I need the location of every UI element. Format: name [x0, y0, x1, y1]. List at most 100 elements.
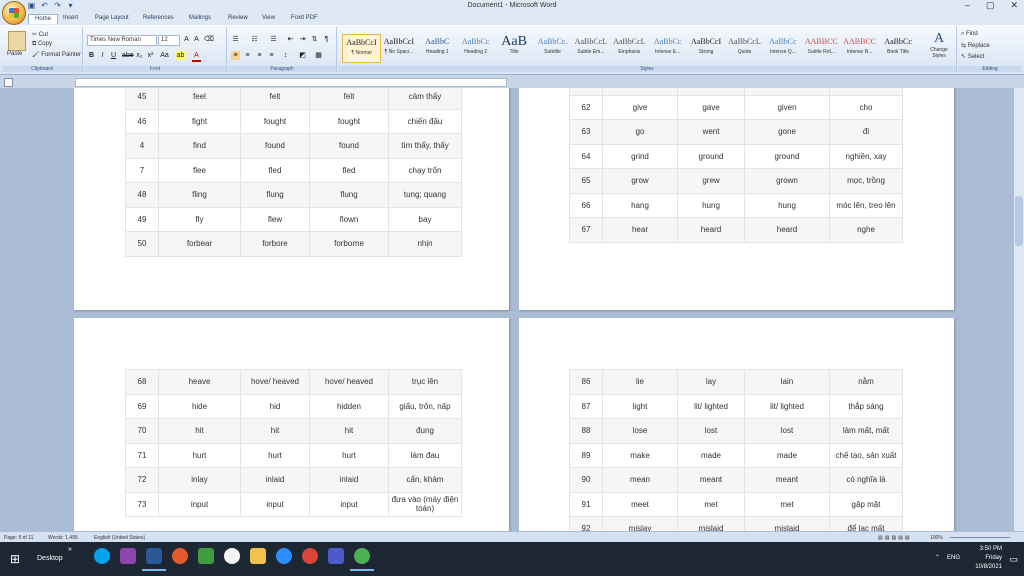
- select-button[interactable]: ↖ Select: [961, 53, 984, 60]
- past-simple-cell[interactable]: hid: [240, 393, 310, 419]
- row-number-cell[interactable]: 71: [125, 442, 159, 468]
- row-number-cell[interactable]: 64: [569, 143, 603, 169]
- meaning-cell[interactable]: thắp sáng: [829, 393, 903, 419]
- windows-start-icon[interactable]: ⊞: [10, 552, 20, 566]
- past-participle-cell[interactable]: flown: [309, 206, 389, 232]
- base-form-cell[interactable]: grind: [602, 143, 678, 169]
- past-simple-cell[interactable]: meant: [677, 467, 745, 493]
- base-form-cell[interactable]: hang: [602, 192, 678, 218]
- base-form-cell[interactable]: light: [602, 393, 678, 419]
- maximize-button[interactable]: ▢: [986, 0, 995, 11]
- style-normal[interactable]: AaBbCcI ¶ Normal: [342, 34, 381, 63]
- base-form-cell[interactable]: lie: [602, 369, 678, 395]
- excel-icon[interactable]: [198, 548, 214, 564]
- row-number-cell[interactable]: 89: [569, 442, 603, 468]
- style-book-title[interactable]: AaBbCc Book Title: [880, 34, 917, 61]
- past-simple-cell[interactable]: found: [240, 133, 310, 159]
- close-button[interactable]: ✕: [1010, 0, 1018, 11]
- meaning-cell[interactable]: có nghĩa là: [829, 467, 903, 493]
- past-simple-cell[interactable]: lay: [677, 369, 745, 395]
- past-participle-cell[interactable]: hung: [744, 192, 830, 218]
- row-number-cell[interactable]: 92: [569, 516, 603, 531]
- align-right-button[interactable]: ≡: [255, 51, 264, 60]
- row-number-cell[interactable]: 69: [125, 393, 159, 419]
- numbering-icon[interactable]: ☷: [250, 35, 259, 44]
- tab-page-layout[interactable]: Page Layout: [95, 15, 129, 21]
- style-subtle-ref[interactable]: AABBCC Subtle Ref...: [803, 34, 840, 61]
- past-participle-cell[interactable]: ground: [744, 143, 830, 169]
- style-intense-q[interactable]: AaBbCc Intense Q...: [764, 34, 801, 61]
- past-participle-cell[interactable]: fled: [309, 157, 389, 183]
- meaning-cell[interactable]: tìm thấy, thấy: [388, 133, 462, 159]
- meaning-cell[interactable]: nghe: [829, 217, 903, 243]
- office-button[interactable]: [2, 1, 26, 25]
- clock-date[interactable]: 10/8/2021: [975, 563, 1002, 571]
- past-participle-cell[interactable]: found: [309, 133, 389, 159]
- past-simple-cell[interactable]: made: [677, 442, 745, 468]
- base-form-cell[interactable]: fight: [158, 108, 241, 134]
- meaning-cell[interactable]: chiến đấu: [388, 108, 462, 134]
- row-number-cell[interactable]: 62: [569, 94, 603, 120]
- sort-icon[interactable]: ⇅: [310, 35, 319, 44]
- past-simple-cell[interactable]: heard: [677, 217, 745, 243]
- meaning-cell[interactable]: cẩn, khảm: [388, 467, 462, 493]
- wifi-app-icon[interactable]: [172, 548, 188, 564]
- borders-icon[interactable]: ▦: [314, 51, 323, 60]
- minimize-button[interactable]: –: [965, 0, 970, 11]
- row-number-cell[interactable]: 67: [569, 217, 603, 243]
- base-form-cell[interactable]: make: [602, 442, 678, 468]
- base-form-cell[interactable]: hear: [602, 217, 678, 243]
- multilevel-list-icon[interactable]: ☰: [269, 35, 278, 44]
- row-number-cell[interactable]: 50: [125, 231, 159, 257]
- past-participle-cell[interactable]: hurt: [309, 442, 389, 468]
- desktop-toolbar[interactable]: Desktop: [37, 555, 63, 562]
- base-form-cell[interactable]: fly: [158, 206, 241, 232]
- zoom-slider[interactable]: [950, 537, 1010, 538]
- meaning-cell[interactable]: đi: [829, 119, 903, 145]
- browser-alt-icon[interactable]: [350, 548, 374, 571]
- meaning-cell[interactable]: cho: [829, 94, 903, 120]
- meaning-cell[interactable]: nghiền, xay: [829, 143, 903, 169]
- shrink-font-icon[interactable]: A: [192, 35, 201, 44]
- justify-button[interactable]: ≡: [267, 51, 276, 60]
- style-heading-1[interactable]: AaBbC Heading 1: [419, 34, 456, 61]
- past-participle-cell[interactable]: gone: [744, 119, 830, 145]
- ruler-bar[interactable]: [75, 78, 507, 87]
- row-number-cell[interactable]: 70: [125, 418, 159, 444]
- past-simple-cell[interactable]: felt: [240, 88, 310, 110]
- base-form-cell[interactable]: gild: [602, 88, 678, 96]
- past-participle-cell[interactable]: given: [744, 94, 830, 120]
- past-participle-cell[interactable]: input: [309, 491, 389, 517]
- vertical-scrollbar[interactable]: [1014, 88, 1024, 531]
- tab-mailings[interactable]: Mailings: [189, 15, 211, 21]
- style-intense-e[interactable]: AaBbCc Intense E...: [649, 34, 686, 61]
- past-simple-cell[interactable]: ground: [677, 143, 745, 169]
- row-number-cell[interactable]: 66: [569, 192, 603, 218]
- file-explorer-icon[interactable]: [250, 548, 266, 564]
- row-number-cell[interactable]: 46: [125, 108, 159, 134]
- font-color-button[interactable]: A: [192, 51, 201, 62]
- past-simple-cell[interactable]: hove/ heaved: [240, 369, 310, 395]
- clock-day[interactable]: Friday: [985, 554, 1002, 562]
- base-form-cell[interactable]: hide: [158, 393, 241, 419]
- row-number-cell[interactable]: 45: [125, 88, 159, 110]
- past-participle-cell[interactable]: heard: [744, 217, 830, 243]
- style-emphasis[interactable]: AaBbCcL Emphasis: [611, 34, 648, 61]
- style-heading-2[interactable]: AaBbCc Heading 2: [457, 34, 494, 61]
- word-icon[interactable]: [142, 548, 166, 571]
- meaning-cell[interactable]: bay: [388, 206, 462, 232]
- past-simple-cell[interactable]: forbore: [240, 231, 310, 257]
- past-participle-cell[interactable]: meant: [744, 467, 830, 493]
- past-participle-cell[interactable]: lain: [744, 369, 830, 395]
- meaning-cell[interactable]: giấu, trốn, nấp: [388, 393, 462, 419]
- clock-time[interactable]: 3:50 PM: [980, 545, 1002, 553]
- tray-chevron-icon[interactable]: ⌃: [935, 554, 940, 561]
- language-indicator[interactable]: English (United States): [94, 535, 145, 541]
- past-simple-cell[interactable]: lit/ lighted: [677, 393, 745, 419]
- past-simple-cell[interactable]: inlaid: [240, 467, 310, 493]
- view-buttons[interactable]: ▤▤▤▤▤: [878, 535, 912, 541]
- past-participle-cell[interactable]: inlaid: [309, 467, 389, 493]
- row-number-cell[interactable]: 72: [125, 467, 159, 493]
- meaning-cell[interactable]: mạ vàng: [829, 88, 903, 96]
- superscript-button[interactable]: x²: [146, 51, 155, 60]
